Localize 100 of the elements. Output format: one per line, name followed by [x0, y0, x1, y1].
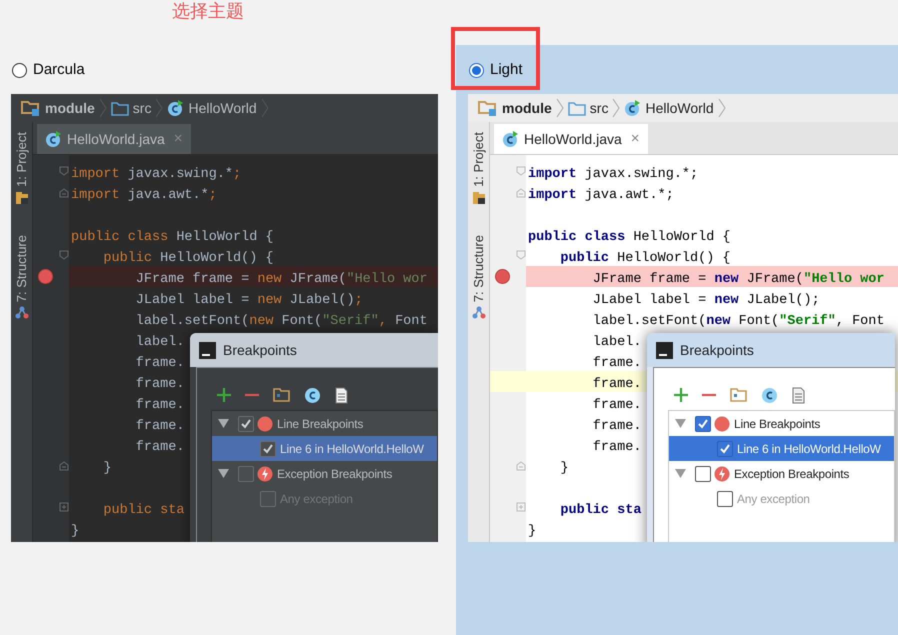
code-line: } [71, 524, 80, 539]
checkbox[interactable] [717, 440, 733, 456]
checkbox[interactable] [695, 416, 711, 432]
fold-icon[interactable] [59, 166, 69, 177]
folder-icon [568, 100, 586, 116]
class-icon[interactable] [761, 386, 778, 404]
breadcrumb[interactable]: src [568, 98, 608, 118]
lightning-icon [257, 466, 273, 482]
fold-icon[interactable] [59, 460, 69, 471]
code-line: import javax.swing.*; [71, 167, 242, 182]
theme-radio-button[interactable]: Darcula [11, 61, 85, 79]
checkbox[interactable] [260, 440, 276, 456]
class-icon [167, 100, 184, 116]
code-line: frame. [592, 377, 642, 392]
code-line: } [528, 524, 536, 539]
code-line: import java.awt.*; [71, 188, 217, 203]
code-line: frame. [592, 398, 642, 413]
code-line: frame. [134, 398, 184, 413]
app-icon [656, 342, 673, 358]
lightning-icon [714, 466, 730, 482]
chevron-icon [556, 98, 564, 118]
side-tab[interactable]: 7: Structure [12, 234, 32, 302]
code-line: frame. [134, 419, 184, 434]
dialog-title: Breakpoints [223, 340, 297, 360]
fold-icon[interactable] [59, 250, 69, 261]
code-line: JLabel label = new JLabel(); [134, 293, 363, 308]
code-line: public sta [559, 503, 642, 518]
side-tab[interactable]: 7: Structure [468, 234, 488, 302]
code-line: JFrame frame = new JFrame("Hello wor [592, 272, 884, 287]
class-icon [45, 130, 62, 148]
code-line: label.setFont(new Font("Serif", Font [134, 314, 428, 329]
app-icon [199, 342, 216, 358]
expanded-triangle-icon[interactable] [675, 419, 686, 428]
breadcrumb[interactable]: HelloWorld [624, 98, 714, 118]
code-line: frame. [592, 419, 642, 434]
annotation-text: 选择主题 [172, 1, 244, 21]
chevron-icon [260, 98, 269, 118]
code-line: frame. [134, 377, 184, 392]
folder-icon[interactable] [730, 388, 747, 402]
checkbox[interactable] [238, 466, 254, 482]
folder-icon [478, 100, 498, 116]
code-line: label.setFont(new Font("Serif", Font [592, 314, 884, 329]
breadcrumb[interactable]: src [110, 98, 152, 118]
folder-icon [14, 190, 28, 205]
code-line: import java.awt.*; [528, 188, 674, 203]
editor-tab[interactable]: HelloWorld.java × [494, 124, 648, 154]
code-line: label. [592, 335, 642, 350]
code-line: public HelloWorld() { [559, 251, 731, 266]
code-line: JLabel label = new JLabel(); [592, 293, 820, 308]
fold-icon[interactable] [59, 187, 69, 198]
document-icon[interactable] [792, 386, 805, 404]
structure-icon [472, 306, 486, 320]
tree-row[interactable]: Line 6 in HelloWorld.HelloW [212, 436, 437, 461]
code-line: public HelloWorld() { [102, 251, 274, 266]
document-icon[interactable] [335, 386, 348, 404]
structure-icon [14, 306, 28, 320]
code-line: } [559, 461, 569, 476]
tree-row[interactable]: Line Breakpoints [669, 411, 894, 436]
code-line: JFrame frame = new JFrame("Hello wor [134, 272, 428, 287]
folder-icon[interactable] [273, 388, 290, 402]
chevron-icon [155, 98, 164, 118]
side-tab[interactable]: 1: Project [468, 132, 488, 187]
code-line: import javax.swing.*; [528, 167, 698, 182]
class-icon [502, 130, 519, 148]
breadcrumb[interactable]: module [478, 98, 552, 118]
side-tab[interactable]: 1: Project [12, 132, 32, 187]
class-icon[interactable] [304, 386, 321, 404]
folder-icon [472, 190, 486, 205]
expanded-triangle-icon[interactable] [675, 469, 686, 478]
breadcrumb[interactable]: module [21, 98, 95, 118]
dialog-title: Breakpoints [680, 340, 754, 360]
code-line: } [102, 461, 112, 476]
theme-radio-button[interactable]: Light [468, 61, 523, 79]
tree-row[interactable]: Line Breakpoints [212, 411, 437, 436]
class-icon [624, 100, 642, 116]
code-line: label. [134, 335, 184, 350]
close-button[interactable]: × [630, 128, 640, 150]
code-line: public sta [102, 503, 184, 518]
expanded-triangle-icon[interactable] [218, 469, 229, 478]
tree-row[interactable]: Line 6 in HelloWorld.HelloW [669, 436, 894, 461]
expanded-triangle-icon[interactable] [218, 419, 229, 428]
add-icon[interactable] [674, 388, 688, 402]
tree-row[interactable]: Exception Breakpoints [669, 461, 894, 486]
folder-icon [110, 100, 129, 116]
code-line: frame. [592, 440, 642, 455]
code-line: public class HelloWorld { [528, 230, 731, 245]
breakpoint-icon [714, 416, 730, 432]
code-line: frame. [592, 356, 642, 371]
tree-row[interactable]: Exception Breakpoints [212, 461, 437, 486]
add-icon[interactable] [217, 388, 231, 402]
fold-icon[interactable] [59, 502, 69, 513]
checkbox[interactable] [238, 416, 254, 432]
breakpoint-icon [257, 416, 273, 432]
code-line: public class HelloWorld { [71, 230, 274, 245]
chevron-icon [718, 98, 726, 118]
breadcrumb[interactable]: HelloWorld [167, 98, 257, 118]
chevron-icon [98, 98, 107, 118]
editor-tab[interactable]: HelloWorld.java × [37, 124, 191, 154]
checkbox[interactable] [695, 466, 711, 482]
chevron-icon [612, 98, 620, 118]
